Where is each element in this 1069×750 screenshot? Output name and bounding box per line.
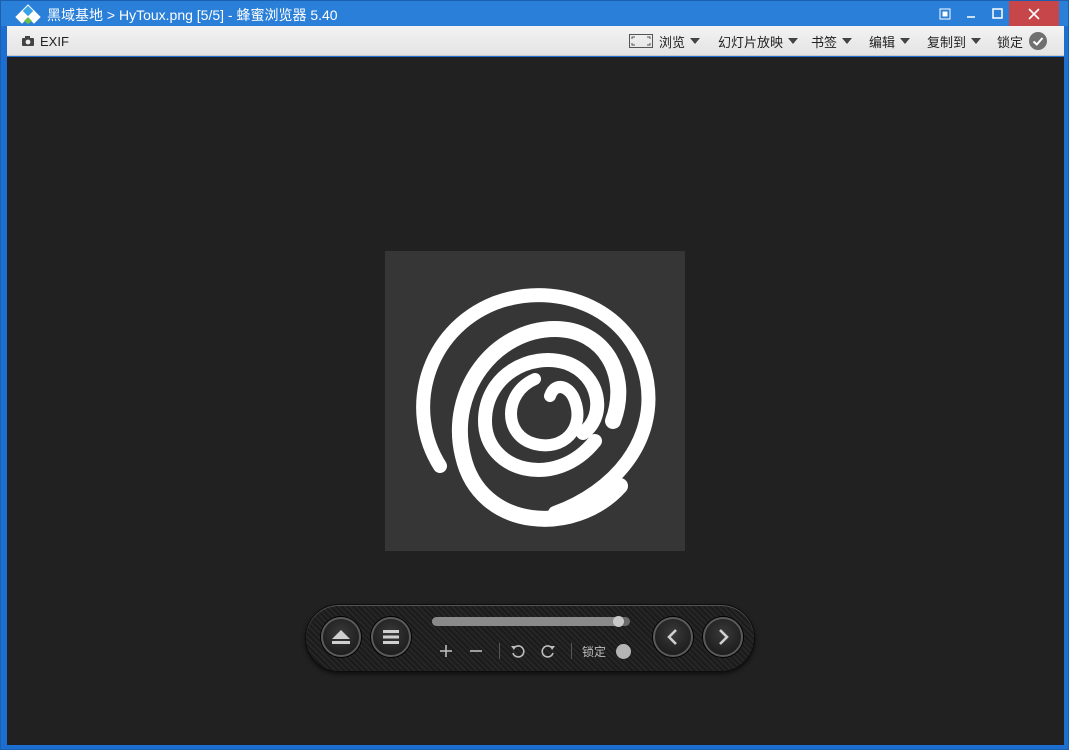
exif-label: EXIF [40, 33, 69, 49]
zoom-slider[interactable] [432, 616, 630, 627]
displayed-image [385, 251, 685, 551]
zoom-slider-fill [432, 617, 619, 626]
rotate-right-icon [541, 645, 555, 658]
lock-label: 锁定 [997, 34, 1024, 50]
fit-window-button[interactable] [933, 1, 957, 26]
check-icon [1029, 32, 1048, 50]
zoom-in-button[interactable] [436, 641, 456, 661]
plus-icon [440, 645, 452, 657]
minus-icon [470, 650, 482, 652]
menu-button[interactable] [371, 617, 411, 657]
swirl-logo-icon [416, 288, 656, 527]
menu-icon [383, 630, 399, 644]
chevron-down-icon [971, 38, 982, 44]
edit-label: 编辑 [869, 34, 896, 50]
chevron-down-icon [900, 38, 911, 44]
bookmark-label: 书签 [811, 34, 838, 50]
rotate-left-icon [511, 645, 525, 658]
edit-button[interactable]: 编辑 [869, 26, 911, 56]
control-separator [571, 643, 572, 659]
maximize-button[interactable] [985, 1, 1009, 26]
minimize-icon [967, 15, 975, 18]
chevron-down-icon [842, 38, 853, 44]
zoom-out-button[interactable] [466, 641, 486, 661]
slideshow-button[interactable]: 幻灯片放映 [718, 26, 799, 56]
rotate-right-button[interactable] [538, 641, 558, 661]
fullscreen-icon [629, 34, 653, 48]
title-bar[interactable]: 黑域基地 > HyToux.png [5/5] - 蜂蜜浏览器 5.40 [1, 1, 1068, 26]
close-icon [1028, 7, 1040, 20]
maximize-icon [991, 8, 1003, 19]
eject-icon [332, 630, 350, 644]
control-bar: 锁定 [305, 604, 755, 672]
copy-to-button[interactable]: 复制到 [927, 26, 982, 56]
app-window: 黑域基地 > HyToux.png [5/5] - 蜂蜜浏览器 5.40 EXI… [0, 0, 1069, 750]
slideshow-label: 幻灯片放映 [718, 34, 784, 50]
exif-button[interactable]: EXIF [21, 26, 69, 56]
eject-button[interactable] [321, 617, 361, 657]
minimize-button[interactable] [959, 1, 983, 26]
control-separator [499, 643, 500, 659]
control-lock-label: 锁定 [582, 645, 607, 659]
copy-to-label: 复制到 [927, 34, 967, 50]
chevron-right-icon [719, 629, 729, 645]
chevron-left-icon [667, 629, 677, 645]
bookmark-button[interactable]: 书签 [811, 26, 853, 56]
next-button[interactable] [703, 617, 743, 657]
chevron-down-icon [788, 38, 799, 44]
browse-label: 浏览 [659, 34, 686, 50]
fit-window-icon [939, 8, 951, 19]
window-title: 黑域基地 > HyToux.png [5/5] - 蜂蜜浏览器 5.40 [47, 7, 338, 23]
camera-icon [22, 36, 34, 46]
zoom-slider-handle[interactable] [613, 616, 624, 627]
previous-button[interactable] [653, 617, 693, 657]
lock-toggle-dot[interactable] [616, 644, 631, 659]
chevron-down-icon [690, 38, 701, 44]
lock-toggle[interactable]: 锁定 [997, 26, 1048, 56]
close-button[interactable] [1009, 1, 1059, 26]
browse-button[interactable]: 浏览 [629, 26, 701, 56]
rotate-left-button[interactable] [508, 641, 528, 661]
toolbar: EXIF 浏览 幻灯片放映 书签 编辑 复制到 锁定 [7, 26, 1064, 56]
app-logo-icon [15, 4, 41, 24]
